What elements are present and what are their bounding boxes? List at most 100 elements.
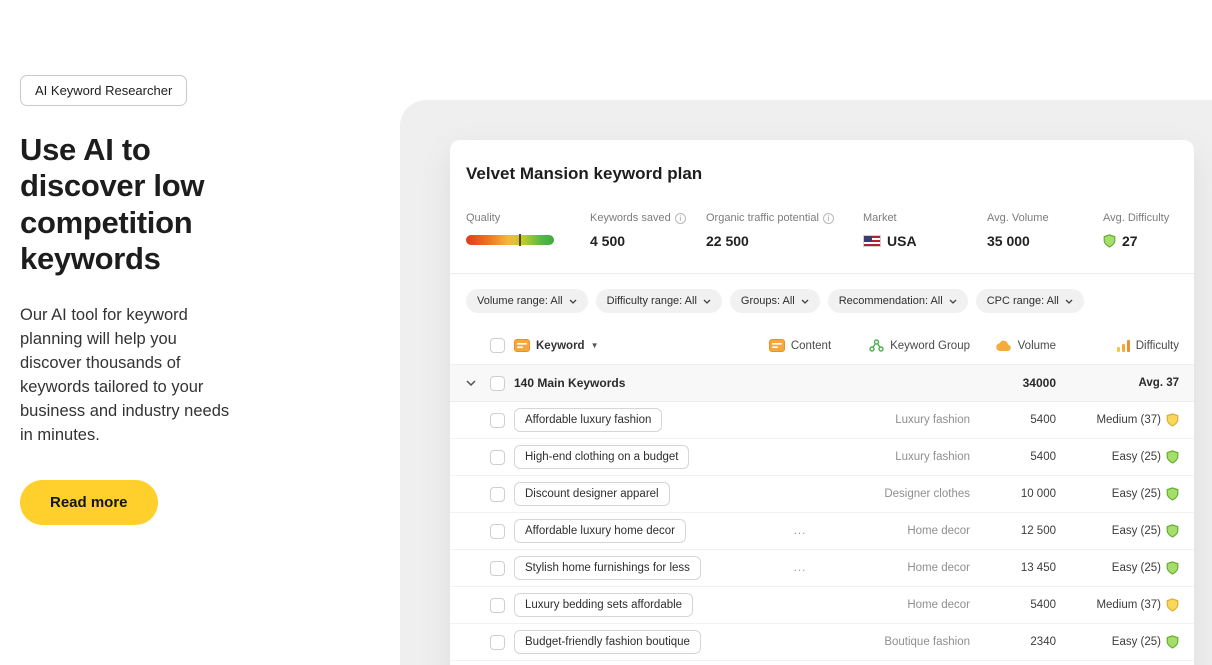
filter-chip-label: Difficulty range: All — [606, 295, 697, 307]
table-row: Affordable luxury home decor ... Home de… — [450, 513, 1194, 550]
group-cell: Home decor — [907, 562, 970, 574]
filters-row: Volume range: All Difficulty range: All … — [450, 274, 1194, 327]
difficulty-shield-icon — [1166, 487, 1179, 501]
difficulty-label: Easy (25) — [1111, 562, 1161, 574]
stat-traffic: Organic traffic potential i 22 500 — [706, 212, 863, 249]
chevron-down-icon — [703, 299, 711, 304]
keyword-pill-label[interactable]: Budget-friendly fashion boutique — [514, 630, 701, 654]
group-cell: Boutique fashion — [884, 636, 970, 648]
read-more-button[interactable]: Read more — [20, 479, 158, 525]
group-avg-difficulty: Avg. 37 — [1138, 377, 1179, 389]
avg-volume-value: 35 000 — [987, 233, 1030, 249]
keyword-icon — [514, 339, 530, 352]
filter-chip[interactable]: Volume range: All — [466, 289, 588, 313]
column-header-content: Content — [760, 339, 840, 352]
row-checkbox[interactable] — [490, 634, 505, 650]
table-header: Keyword ▼ Content Keyword Group Volume D… — [450, 327, 1194, 365]
volume-cell: 5400 — [1030, 414, 1056, 426]
difficulty-chart-icon — [1116, 339, 1130, 352]
group-cell: Luxury fashion — [895, 414, 970, 426]
filter-chip-label: Groups: All — [740, 295, 795, 307]
difficulty-shield-icon — [1166, 561, 1179, 575]
hero-description: Our AI tool for keyword planning will he… — [20, 306, 230, 444]
content-icon — [768, 339, 785, 352]
difficulty-label: Easy (25) — [1111, 525, 1161, 537]
group-cell: Designer clothes — [884, 488, 970, 500]
difficulty-label: Medium (37) — [1096, 414, 1161, 426]
product-badge: AI Keyword Researcher — [20, 75, 188, 106]
chevron-down-icon — [569, 299, 577, 304]
difficulty-shield-icon — [1166, 413, 1179, 427]
column-header-group: Keyword Group — [840, 339, 970, 352]
chevron-down-icon — [1065, 299, 1073, 304]
filter-chip-label: Recommendation: All — [838, 295, 943, 307]
quality-marker — [518, 234, 521, 246]
stats-row: Quality Keywords saved i 4 500 Organic t… — [466, 212, 1178, 249]
difficulty-shield-icon — [1166, 524, 1179, 538]
difficulty-shield-icon — [1166, 598, 1179, 612]
volume-cell: 12 500 — [1020, 525, 1056, 537]
filter-chip-label: CPC range: All — [986, 295, 1059, 307]
difficulty-label: Medium (37) — [1096, 599, 1161, 611]
chevron-down-icon — [801, 299, 809, 304]
difficulty-shield-icon — [1103, 234, 1116, 248]
filter-chip-label: Volume range: All — [477, 295, 563, 307]
group-cell: Luxury fashion — [895, 451, 970, 463]
collapse-chevron-icon[interactable] — [466, 380, 490, 386]
row-checkbox[interactable] — [490, 560, 505, 576]
plan-title: Velvet Mansion keyword plan — [466, 164, 703, 183]
keyword-pill-label[interactable]: Stylish home furnishings for less — [514, 556, 701, 580]
column-header-keyword[interactable]: Keyword ▼ — [514, 339, 760, 352]
card-header: Velvet Mansion keyword plan Quality Keyw… — [450, 140, 1194, 274]
stat-avg-difficulty: Avg. Difficulty 27 — [1103, 212, 1169, 249]
filter-chip[interactable]: Groups: All — [729, 289, 820, 313]
hero-section: AI Keyword Researcher Use AI to discover… — [20, 75, 270, 525]
row-checkbox[interactable] — [490, 523, 505, 539]
filter-chip[interactable]: Recommendation: All — [827, 289, 968, 313]
chevron-down-icon — [949, 299, 957, 304]
quality-gradient-bar — [466, 234, 554, 246]
keyword-pill-label[interactable]: Luxury bedding sets affordable — [514, 593, 694, 617]
column-header-volume: Volume — [970, 340, 1056, 352]
table-row: High-end clothing on a budget Luxury fas… — [450, 439, 1194, 476]
quality-label: Quality — [466, 212, 501, 224]
keywords-saved-value: 4 500 — [590, 233, 626, 249]
column-header-difficulty: Difficulty — [1056, 339, 1179, 352]
keywords-saved-label: Keywords saved — [590, 212, 671, 224]
keyword-pill-label[interactable]: Discount designer apparel — [514, 482, 670, 506]
keyword-pill-label[interactable]: Affordable luxury fashion — [514, 408, 663, 432]
keyword-pill-label[interactable]: High-end clothing on a budget — [514, 445, 690, 469]
usa-flag-icon — [863, 235, 881, 247]
avg-difficulty-value: 27 — [1122, 233, 1138, 249]
difficulty-label: Easy (25) — [1111, 636, 1161, 648]
volume-cell: 10 000 — [1020, 488, 1056, 500]
filter-chip[interactable]: CPC range: All — [975, 289, 1084, 313]
keyword-pill-label[interactable]: Affordable luxury home decor — [514, 519, 687, 543]
traffic-label: Organic traffic potential — [706, 212, 819, 224]
volume-cell: 5400 — [1030, 599, 1056, 611]
select-all-checkbox[interactable] — [490, 338, 505, 353]
group-volume: 34000 — [1022, 376, 1056, 390]
row-checkbox[interactable] — [490, 412, 505, 428]
market-value: USA — [887, 233, 917, 249]
row-checkbox[interactable] — [490, 449, 505, 465]
keyword-group-row: 140 Main Keywords 34000 Avg. 37 — [450, 365, 1194, 402]
filter-chip[interactable]: Difficulty range: All — [595, 289, 722, 313]
difficulty-label: Easy (25) — [1111, 451, 1161, 463]
info-icon[interactable]: i — [674, 212, 686, 224]
keyword-plan-card: Velvet Mansion keyword plan Quality Keyw… — [450, 140, 1194, 665]
table-body: Affordable luxury fashion Luxury fashion… — [450, 402, 1194, 661]
row-checkbox[interactable] — [490, 597, 505, 613]
group-cell: Home decor — [907, 599, 970, 611]
difficulty-shield-icon — [1166, 450, 1179, 464]
volume-icon — [995, 340, 1011, 351]
row-checkbox[interactable] — [490, 486, 505, 502]
volume-cell: 5400 — [1030, 451, 1056, 463]
avg-difficulty-label: Avg. Difficulty — [1103, 212, 1170, 224]
difficulty-label: Easy (25) — [1111, 488, 1161, 500]
table-row: Stylish home furnishings for less ... Ho… — [450, 550, 1194, 587]
info-icon[interactable]: i — [822, 212, 834, 224]
table-row: Luxury bedding sets affordable Home deco… — [450, 587, 1194, 624]
group-checkbox[interactable] — [490, 375, 505, 391]
group-cell: Home decor — [907, 525, 970, 537]
